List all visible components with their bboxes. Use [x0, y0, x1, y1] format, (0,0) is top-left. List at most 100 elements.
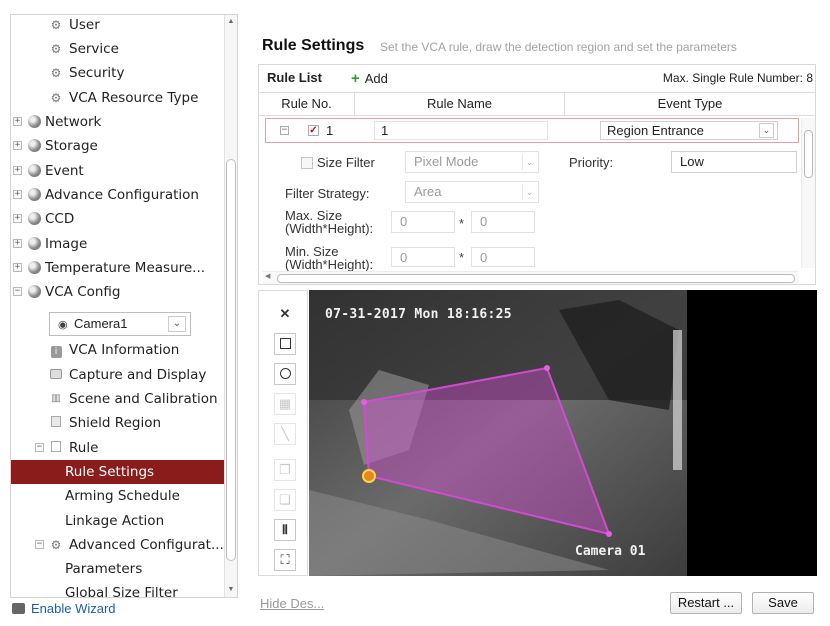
tree-item-vca-resource-type[interactable]: ⚙ VCA Resource Type — [11, 86, 225, 110]
priority-select[interactable]: Low — [671, 151, 797, 173]
max-width-input[interactable]: 0 — [391, 211, 455, 233]
circle-icon — [279, 368, 291, 379]
gear-icon: ⚙ — [50, 91, 62, 105]
tree-item-ccd[interactable]: + CCD — [11, 207, 225, 231]
times-sign: * — [459, 250, 465, 265]
draw-max-size-button[interactable]: ❐ — [274, 459, 296, 481]
expand-icon[interactable]: + — [13, 141, 22, 150]
event-type-select[interactable]: Region Entrance ⌄ — [600, 121, 778, 140]
rule-list-panel: Rule List + Add Max. Single Rule Number: … — [258, 64, 816, 285]
draw-toolbar: ✕ ▦ ╲ ❐ ❏ Ⅱ ⛶ — [258, 290, 308, 576]
fullscreen-button[interactable]: ⛶ — [274, 549, 296, 571]
gear-icon: ⚙ — [50, 66, 62, 80]
video-frame — [309, 290, 817, 576]
collapse-icon[interactable]: − — [35, 540, 44, 549]
restart-button[interactable]: Restart ... — [670, 592, 742, 614]
globe-icon — [27, 285, 41, 299]
expand-icon[interactable]: + — [13, 214, 22, 223]
tree-item-parameters[interactable]: Parameters — [11, 557, 225, 581]
config-tree-panel: ⚙ User ⚙ Service ⚙ Security ⚙ VCA Resour… — [10, 14, 238, 598]
collapse-icon[interactable]: − — [13, 287, 22, 296]
globe-icon — [27, 164, 41, 178]
max-height-input[interactable]: 0 — [471, 211, 535, 233]
scrollbar-thumb[interactable] — [804, 130, 813, 178]
tree-item-capture-and-display[interactable]: Capture and Display — [11, 363, 225, 387]
rule-list-horizontal-scrollbar[interactable]: ◀ — [263, 271, 799, 284]
times-sign: * — [459, 216, 465, 231]
tree-item-event[interactable]: + Event — [11, 159, 225, 183]
rule-row[interactable]: − ✓ 1 1 Region Entrance ⌄ — [265, 118, 799, 143]
tree-item-shield-region[interactable]: Shield Region — [11, 411, 225, 435]
scroll-left-icon[interactable]: ◀ — [265, 272, 270, 280]
globe-icon — [27, 115, 41, 129]
expand-icon[interactable]: + — [13, 117, 22, 126]
draw-circle-button[interactable] — [274, 363, 296, 385]
column-header-event-type: Event Type — [657, 96, 723, 111]
tree-item-storage[interactable]: + Storage — [11, 134, 225, 158]
add-rule-button[interactable]: + Add — [351, 70, 388, 87]
gear-icon: ⚙ — [50, 42, 62, 56]
wizard-icon — [12, 603, 25, 614]
scrollbar-thumb[interactable] — [277, 274, 795, 283]
rule-name-input[interactable]: 1 — [374, 121, 548, 140]
tree-item-vca-information[interactable]: i VCA Information — [11, 338, 225, 362]
clear-drawing-button[interactable]: ✕ — [274, 303, 296, 325]
size-filter-checkbox[interactable] — [301, 157, 313, 169]
draw-min-size-button[interactable]: ❏ — [274, 489, 296, 511]
hide-description-link[interactable]: Hide Des... — [260, 596, 324, 611]
tree-item-image[interactable]: + Image — [11, 232, 225, 256]
min-width-input[interactable]: 0 — [391, 247, 455, 267]
scroll-down-icon[interactable]: ▼ — [225, 583, 237, 597]
tree-item-security[interactable]: ⚙ Security — [11, 61, 225, 85]
rule-enable-checkbox[interactable]: ✓ — [308, 125, 319, 136]
rule-number: 1 — [326, 123, 334, 138]
tree-item-global-size-filter[interactable]: Global Size Filter — [11, 581, 225, 597]
chevron-down-icon[interactable]: ⌄ — [759, 123, 774, 138]
tree-scrollbar-thumb[interactable] — [226, 159, 236, 561]
expand-icon[interactable]: + — [13, 239, 22, 248]
tree-item-temperature-measure[interactable]: + Temperature Measure... — [11, 256, 225, 280]
expand-icon[interactable]: + — [13, 263, 22, 272]
tree-scrollbar[interactable]: ▲ ▼ — [224, 15, 237, 597]
expand-icon[interactable]: + — [13, 166, 22, 175]
tree-item-rule[interactable]: − Rule — [11, 436, 225, 460]
max-rules-text: Max. Single Rule Number: 8 — [662, 71, 813, 85]
draw-rectangle-button[interactable] — [274, 333, 296, 355]
draw-grid-button[interactable]: ▦ — [274, 393, 296, 415]
plus-icon: + — [351, 70, 360, 87]
collapse-icon[interactable]: − — [35, 443, 44, 452]
scroll-up-icon[interactable]: ▲ — [225, 15, 237, 29]
tree-item-advance-configuration[interactable]: + Advance Configuration — [11, 183, 225, 207]
osd-camera-name: Camera 01 — [575, 544, 646, 559]
collapse-icon[interactable]: − — [280, 126, 289, 135]
shield-region-icon — [49, 416, 63, 430]
tree-item-network[interactable]: + Network — [11, 110, 225, 134]
pause-button[interactable]: Ⅱ — [274, 519, 296, 541]
rule-list-label: Rule List — [267, 70, 322, 85]
filter-strategy-select[interactable]: Area ⌄ — [405, 181, 539, 203]
draw-line-button[interactable]: ╲ — [274, 423, 296, 445]
column-header-rule-name: Rule Name — [355, 93, 565, 115]
live-video-view[interactable]: 07-31-2017 Mon 18:16:25 Camera 01 — [309, 290, 817, 576]
tree-item-linkage-action[interactable]: Linkage Action — [11, 509, 225, 533]
chevron-down-icon[interactable]: ⌄ — [168, 316, 186, 332]
tree-item-service[interactable]: ⚙ Service — [11, 37, 225, 61]
enable-wizard-link[interactable]: Enable Wizard — [12, 600, 116, 618]
tree-item-arming-schedule[interactable]: Arming Schedule — [11, 484, 225, 508]
tree-item-user[interactable]: ⚙ User — [11, 15, 225, 37]
gear-icon: ⚙ — [50, 538, 62, 552]
rule-icon — [49, 441, 63, 455]
camera-select[interactable]: ◉ Camera1 ⌄ — [49, 312, 191, 336]
tree-item-vca-config[interactable]: − VCA Config — [11, 280, 225, 304]
rule-list-vertical-scrollbar[interactable] — [801, 118, 815, 268]
tree-item-rule-settings[interactable]: Rule Settings — [11, 460, 225, 484]
min-height-input[interactable]: 0 — [471, 247, 535, 267]
size-filter-mode-select[interactable]: Pixel Mode ⌄ — [405, 151, 539, 173]
region-vertex-handle[interactable] — [362, 469, 376, 483]
tree-item-advanced-configuration[interactable]: − ⚙ Advanced Configurat... — [11, 533, 225, 557]
expand-icon[interactable]: + — [13, 190, 22, 199]
tree-item-scene-and-calibration[interactable]: ▥ Scene and Calibration — [11, 387, 225, 411]
scene-icon: ▥ — [51, 393, 61, 404]
max-size-label: Max. Size (Width*Height): — [285, 208, 374, 236]
save-button[interactable]: Save — [752, 592, 814, 614]
